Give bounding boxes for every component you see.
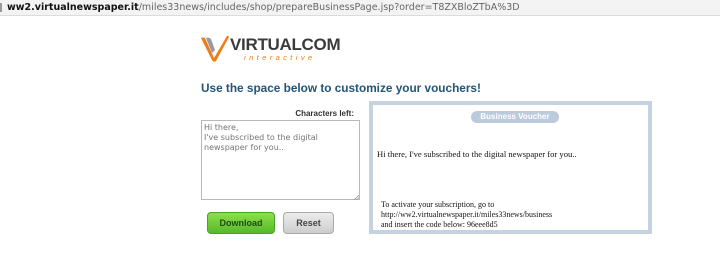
virtualcom-logo: VIRTUALCOM interactive <box>200 34 341 64</box>
v-swoosh-logo-icon <box>201 35 229 62</box>
voucher-footer-line: and insert the code below: 96eee8d5 <box>381 220 498 229</box>
voucher-footer-line: http://ww2.virtualnewspaper.it/miles33ne… <box>381 210 553 219</box>
address-bar-edge <box>0 3 2 12</box>
reset-button[interactable]: Reset <box>283 212 334 234</box>
voucher-message-textarea[interactable] <box>201 120 360 200</box>
business-voucher-badge: Business Voucher <box>471 111 559 123</box>
address-bar[interactable]: ww2.virtualnewspaper.it/miles33news/incl… <box>0 0 720 16</box>
resize-grip-icon[interactable] <box>354 195 359 200</box>
logo-wordmark: VIRTUALCOM <box>230 35 341 54</box>
characters-left-label: Characters left: <box>295 109 354 118</box>
voucher-footer-line: To activate your subscription, go to <box>381 200 495 209</box>
voucher-preview: Business Voucher Hi there, I've subscrib… <box>369 101 652 234</box>
download-button[interactable]: Download <box>207 212 275 234</box>
voucher-message: Hi there, I've subscribed to the digital… <box>377 149 577 159</box>
voucher-footer: To activate your subscription, go to htt… <box>381 200 552 230</box>
logo-tagline: interactive <box>244 53 316 62</box>
url-path: /miles33news/includes/shop/prepareBusine… <box>138 2 520 13</box>
page-title: Use the space below to customize your vo… <box>201 81 481 95</box>
url-host: ww2.virtualnewspaper.it <box>7 2 139 13</box>
url-text: ww2.virtualnewspaper.it/miles33news/incl… <box>7 0 520 15</box>
